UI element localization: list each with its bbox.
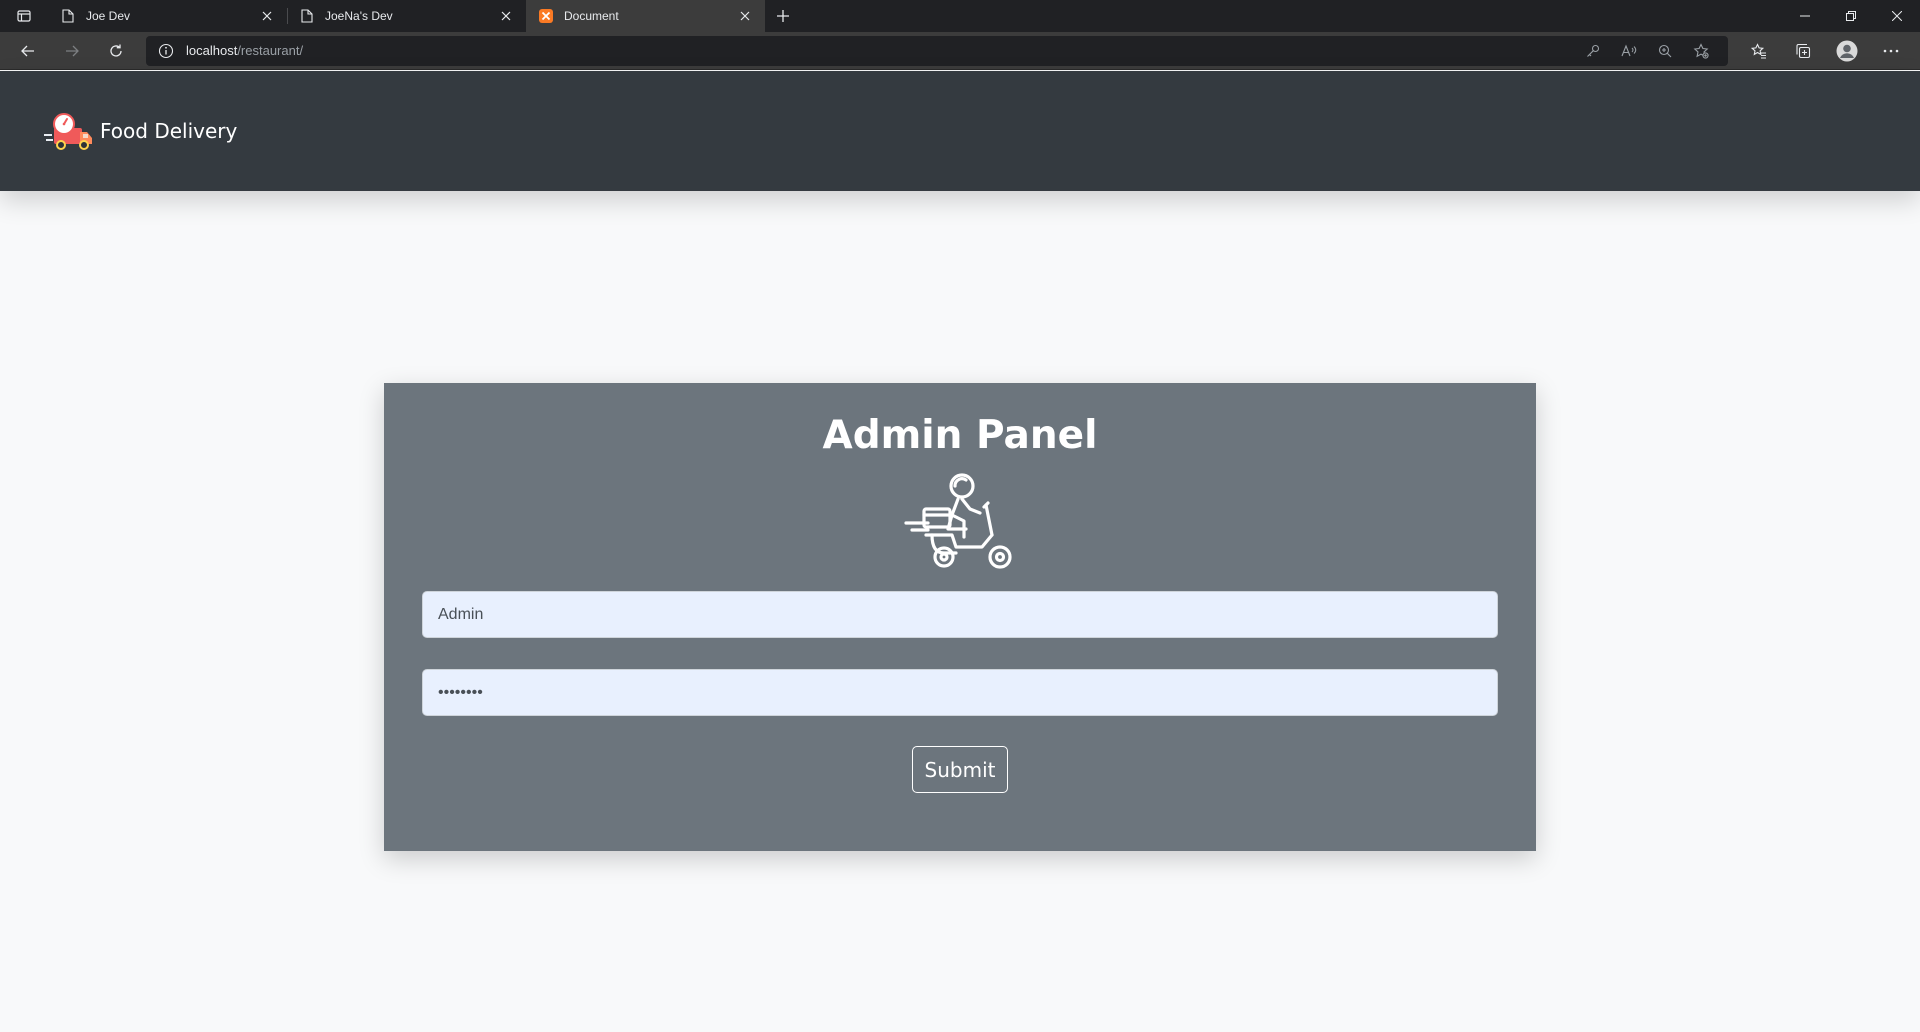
new-tab-button[interactable]	[765, 0, 801, 32]
page-icon	[60, 8, 76, 24]
info-icon[interactable]	[158, 43, 174, 59]
read-aloud-icon[interactable]	[1614, 38, 1644, 64]
browser-tab-strip: Joe Dev JoeNa's Dev Document	[0, 0, 1920, 32]
tab-title: Joe Dev	[86, 9, 131, 23]
close-tab-icon[interactable]	[257, 6, 277, 26]
close-window-button[interactable]	[1874, 0, 1920, 32]
tab-actions-button[interactable]	[0, 0, 48, 32]
refresh-button[interactable]	[98, 35, 134, 67]
tab-actions-icon	[17, 10, 31, 22]
password-field[interactable]	[422, 669, 1498, 716]
panel-title: Admin Panel	[822, 413, 1098, 458]
profile-avatar-icon[interactable]	[1828, 35, 1866, 67]
tab-title: Document	[564, 9, 619, 23]
refresh-icon	[110, 44, 122, 57]
tab-title: JoeNa's Dev	[325, 9, 393, 23]
username-field[interactable]	[422, 591, 1498, 638]
key-icon[interactable]	[1578, 38, 1608, 64]
brand-name[interactable]: Food Delivery	[100, 119, 237, 143]
arrow-left-icon	[21, 45, 34, 56]
url-path: /restaurant/	[237, 43, 304, 58]
browser-tab[interactable]: Joe Dev	[48, 0, 287, 32]
forward-button[interactable]	[54, 35, 90, 67]
favorites-icon[interactable]	[1740, 35, 1778, 67]
url-host: localhost	[186, 43, 238, 58]
collections-icon[interactable]	[1784, 35, 1822, 67]
restore-button[interactable]	[1828, 0, 1874, 32]
favorite-add-icon[interactable]	[1686, 38, 1716, 64]
minimize-icon	[1800, 15, 1810, 17]
window-controls	[1782, 0, 1920, 32]
admin-login-panel: Admin Panel Submit	[384, 383, 1536, 851]
browser-actions	[1740, 35, 1910, 67]
close-tab-icon[interactable]	[496, 6, 516, 26]
browser-toolbar: localhost/restaurant/	[0, 32, 1920, 70]
close-icon	[1892, 11, 1902, 21]
more-options-icon[interactable]	[1872, 35, 1910, 67]
address-bar-actions	[1578, 38, 1716, 64]
page-icon	[299, 8, 315, 24]
back-button[interactable]	[10, 35, 46, 67]
submit-button[interactable]: Submit	[912, 746, 1008, 793]
close-tab-icon[interactable]	[735, 6, 755, 26]
browser-tab-active[interactable]: Document	[526, 0, 765, 32]
url-text: localhost/restaurant/	[186, 43, 303, 58]
xampp-icon	[538, 8, 554, 24]
restore-icon	[1846, 11, 1856, 21]
plus-icon	[777, 10, 789, 22]
site-navbar: Food Delivery	[0, 71, 1920, 191]
address-bar[interactable]: localhost/restaurant/	[146, 35, 1728, 66]
arrow-right-icon	[66, 45, 79, 56]
scooter-rider-icon	[904, 473, 1012, 569]
zoom-icon[interactable]	[1650, 38, 1680, 64]
browser-tab[interactable]: JoeNa's Dev	[287, 0, 526, 32]
minimize-button[interactable]	[1782, 0, 1828, 32]
delivery-truck-icon[interactable]	[44, 111, 94, 151]
